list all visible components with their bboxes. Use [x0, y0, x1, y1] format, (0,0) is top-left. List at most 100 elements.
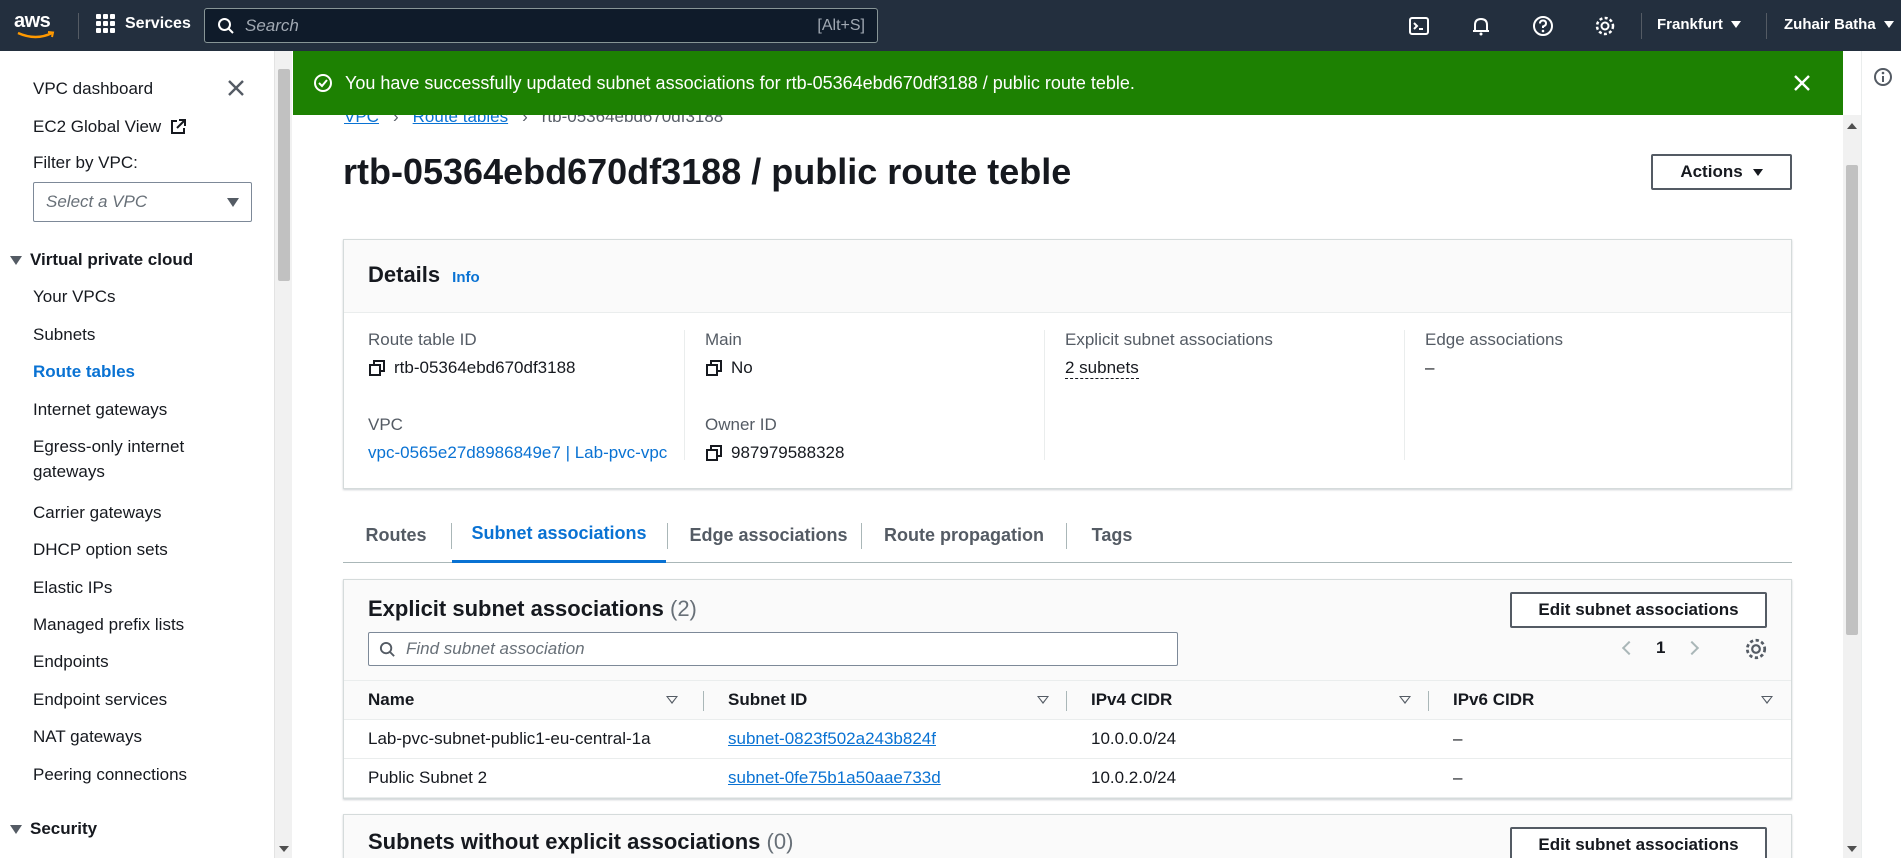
section-security[interactable]: Security — [10, 819, 97, 839]
caret-down-icon — [1752, 168, 1763, 176]
edit-subnet-associations-button[interactable]: Edit subnet associations — [1510, 827, 1767, 858]
cell-ipv4-cidr: 10.0.2.0/24 — [1067, 758, 1429, 798]
page-number[interactable]: 1 — [1656, 638, 1665, 658]
sidebar-item-managed-prefix-lists[interactable]: Managed prefix lists — [33, 615, 184, 635]
panel-title: Explicit subnet associations (2) — [368, 596, 697, 622]
column-header-subnet-id[interactable]: Subnet ID — [704, 680, 1067, 720]
tab-subnet-associations[interactable]: Subnet associations — [452, 507, 666, 563]
section-virtual-private-cloud[interactable]: Virtual private cloud — [10, 250, 193, 270]
route-table-id-text: rtb-05364ebd670df3188 — [394, 358, 576, 377]
actions-button[interactable]: Actions — [1651, 154, 1792, 190]
column-label: Name — [368, 690, 415, 709]
copy-icon[interactable] — [705, 444, 723, 462]
sidebar-item-label: Egress-only internet — [33, 437, 185, 456]
tab-edge-associations[interactable]: Edge associations — [668, 507, 869, 563]
subnet-link[interactable]: subnet-0823f502a243b824f — [728, 729, 936, 748]
copy-icon[interactable] — [705, 359, 723, 377]
sidebar-item-endpoint-services[interactable]: Endpoint services — [33, 690, 167, 710]
chevron-left-icon[interactable] — [1621, 640, 1637, 656]
global-search-input[interactable]: Search [Alt+S] — [204, 8, 878, 43]
caret-down-icon — [1730, 21, 1741, 28]
section-label: Security — [30, 819, 98, 838]
scroll-down-icon[interactable] — [279, 846, 289, 852]
sort-icon[interactable] — [1399, 696, 1411, 704]
find-placeholder: Find subnet association — [406, 639, 585, 658]
search-placeholder: Search — [245, 15, 299, 35]
sidebar-item-nat-gateways[interactable]: NAT gateways — [33, 727, 142, 747]
cell-ipv6-cidr: – — [1429, 719, 1791, 759]
apps-grid-icon — [96, 14, 115, 33]
scrollbar-thumb[interactable] — [278, 69, 290, 281]
chevron-right-icon[interactable] — [1685, 640, 1700, 656]
vpc-link[interactable]: vpc-0565e27d8986849e7 | Lab-pvc-vpc — [368, 443, 667, 463]
sidebar-item-dhcp-option-sets[interactable]: DHCP option sets — [33, 540, 168, 560]
column-header-name[interactable]: Name — [344, 680, 704, 720]
help-icon[interactable] — [1531, 14, 1555, 38]
bell-icon[interactable] — [1469, 14, 1493, 38]
info-icon[interactable] — [1873, 67, 1893, 87]
vpc-filter-label: Filter by VPC: — [33, 153, 138, 172]
subnet-associations-table: Name Subnet ID IPv4 CIDR IPv6 CIDR Lab-p… — [344, 680, 1791, 798]
nav-divider — [1641, 13, 1642, 39]
edit-subnet-associations-button[interactable]: Edit subnet associations — [1510, 592, 1767, 628]
services-menu[interactable]: Services — [96, 14, 191, 33]
search-shortcut: [Alt+S] — [817, 16, 865, 34]
vpc-filter-select[interactable]: Select a VPC — [33, 182, 252, 222]
info-link[interactable]: Info — [452, 269, 480, 286]
sidebar-item-your-vpcs[interactable]: Your VPCs — [33, 287, 116, 307]
region-selector[interactable]: Frankfurt — [1657, 16, 1741, 33]
sidebar-item-endpoints[interactable]: Endpoints — [33, 652, 109, 672]
sidebar-item-subnets[interactable]: Subnets — [33, 325, 95, 345]
details-column: Explicit subnet associations 2 subnets — [1044, 330, 1384, 460]
details-column: Main No Owner ID 987979588328 — [684, 330, 1024, 462]
nav-divider — [78, 13, 79, 39]
main-scrollbar[interactable] — [1843, 115, 1861, 858]
aws-logo[interactable]: aws — [14, 10, 58, 40]
sidebar-item-label: gateways — [33, 462, 105, 481]
sidebar-item-internet-gateways[interactable]: Internet gateways — [33, 400, 167, 420]
column-header-ipv6-cidr[interactable]: IPv6 CIDR — [1429, 680, 1791, 720]
settings-icon[interactable] — [1744, 637, 1768, 661]
sidebar-item-route-tables[interactable]: Route tables — [33, 362, 135, 382]
sidebar-item-carrier-gateways[interactable]: Carrier gateways — [33, 503, 162, 523]
panel-header: Explicit subnet associations (2) Edit su… — [344, 580, 1791, 680]
settings-icon[interactable] — [1593, 14, 1617, 38]
close-icon[interactable] — [1793, 74, 1811, 92]
without-associations-panel: Subnets without explicit associations (0… — [343, 814, 1792, 858]
section-label: Virtual private cloud — [30, 250, 194, 269]
tab-routes[interactable]: Routes — [343, 507, 449, 563]
cloudshell-icon[interactable] — [1407, 14, 1431, 38]
scrollbar-thumb[interactable] — [1846, 165, 1858, 635]
panel-title-text: Explicit subnet associations — [368, 596, 664, 621]
column-label: Subnet ID — [728, 690, 808, 709]
scroll-up-icon[interactable] — [1847, 123, 1857, 129]
sidebar-scrollbar[interactable] — [274, 51, 292, 858]
sort-icon[interactable] — [1761, 696, 1773, 704]
table-header-row: Name Subnet ID IPv4 CIDR IPv6 CIDR — [344, 680, 1791, 720]
cell-subnet-id: subnet-0fe75b1a50aae733d — [704, 758, 1067, 798]
sidebar-item-vpc-dashboard[interactable]: VPC dashboard — [33, 79, 153, 99]
aws-smile-icon — [17, 31, 55, 39]
close-icon[interactable] — [226, 78, 246, 98]
panel-title: Subnets without explicit associations (0… — [368, 829, 793, 855]
top-navigation: aws Services Search [Alt+S] Frankfurt Zu… — [0, 0, 1901, 51]
scroll-down-icon[interactable] — [1847, 846, 1857, 852]
column-header-ipv4-cidr[interactable]: IPv4 CIDR — [1067, 680, 1429, 720]
details-header: Details Info — [344, 240, 1791, 313]
sidebar-item-elastic-ips[interactable]: Elastic IPs — [33, 578, 112, 598]
account-menu[interactable]: Zuhair Batha — [1784, 16, 1894, 33]
column-label: IPv4 CIDR — [1091, 690, 1173, 709]
sort-icon[interactable] — [1037, 696, 1049, 704]
sidebar-item-peering-connections[interactable]: Peering connections — [33, 765, 187, 785]
sidebar-item-ec2-global-view[interactable]: EC2 Global View — [33, 117, 187, 137]
copy-icon[interactable] — [368, 359, 386, 377]
explicit-associations-value[interactable]: 2 subnets — [1065, 358, 1139, 379]
cell-ipv4-cidr: 10.0.0.0/24 — [1067, 719, 1429, 759]
tab-route-propagation[interactable]: Route propagation — [862, 507, 1066, 563]
sidebar-item-egress-only-internet-gateways[interactable]: Egress-only internet gateways — [33, 437, 184, 482]
tab-tags[interactable]: Tags — [1067, 507, 1157, 563]
sort-icon[interactable] — [666, 696, 678, 704]
caret-down-icon — [1883, 21, 1894, 28]
subnet-link[interactable]: subnet-0fe75b1a50aae733d — [728, 768, 941, 787]
find-subnet-association-input[interactable]: Find subnet association — [368, 632, 1178, 666]
